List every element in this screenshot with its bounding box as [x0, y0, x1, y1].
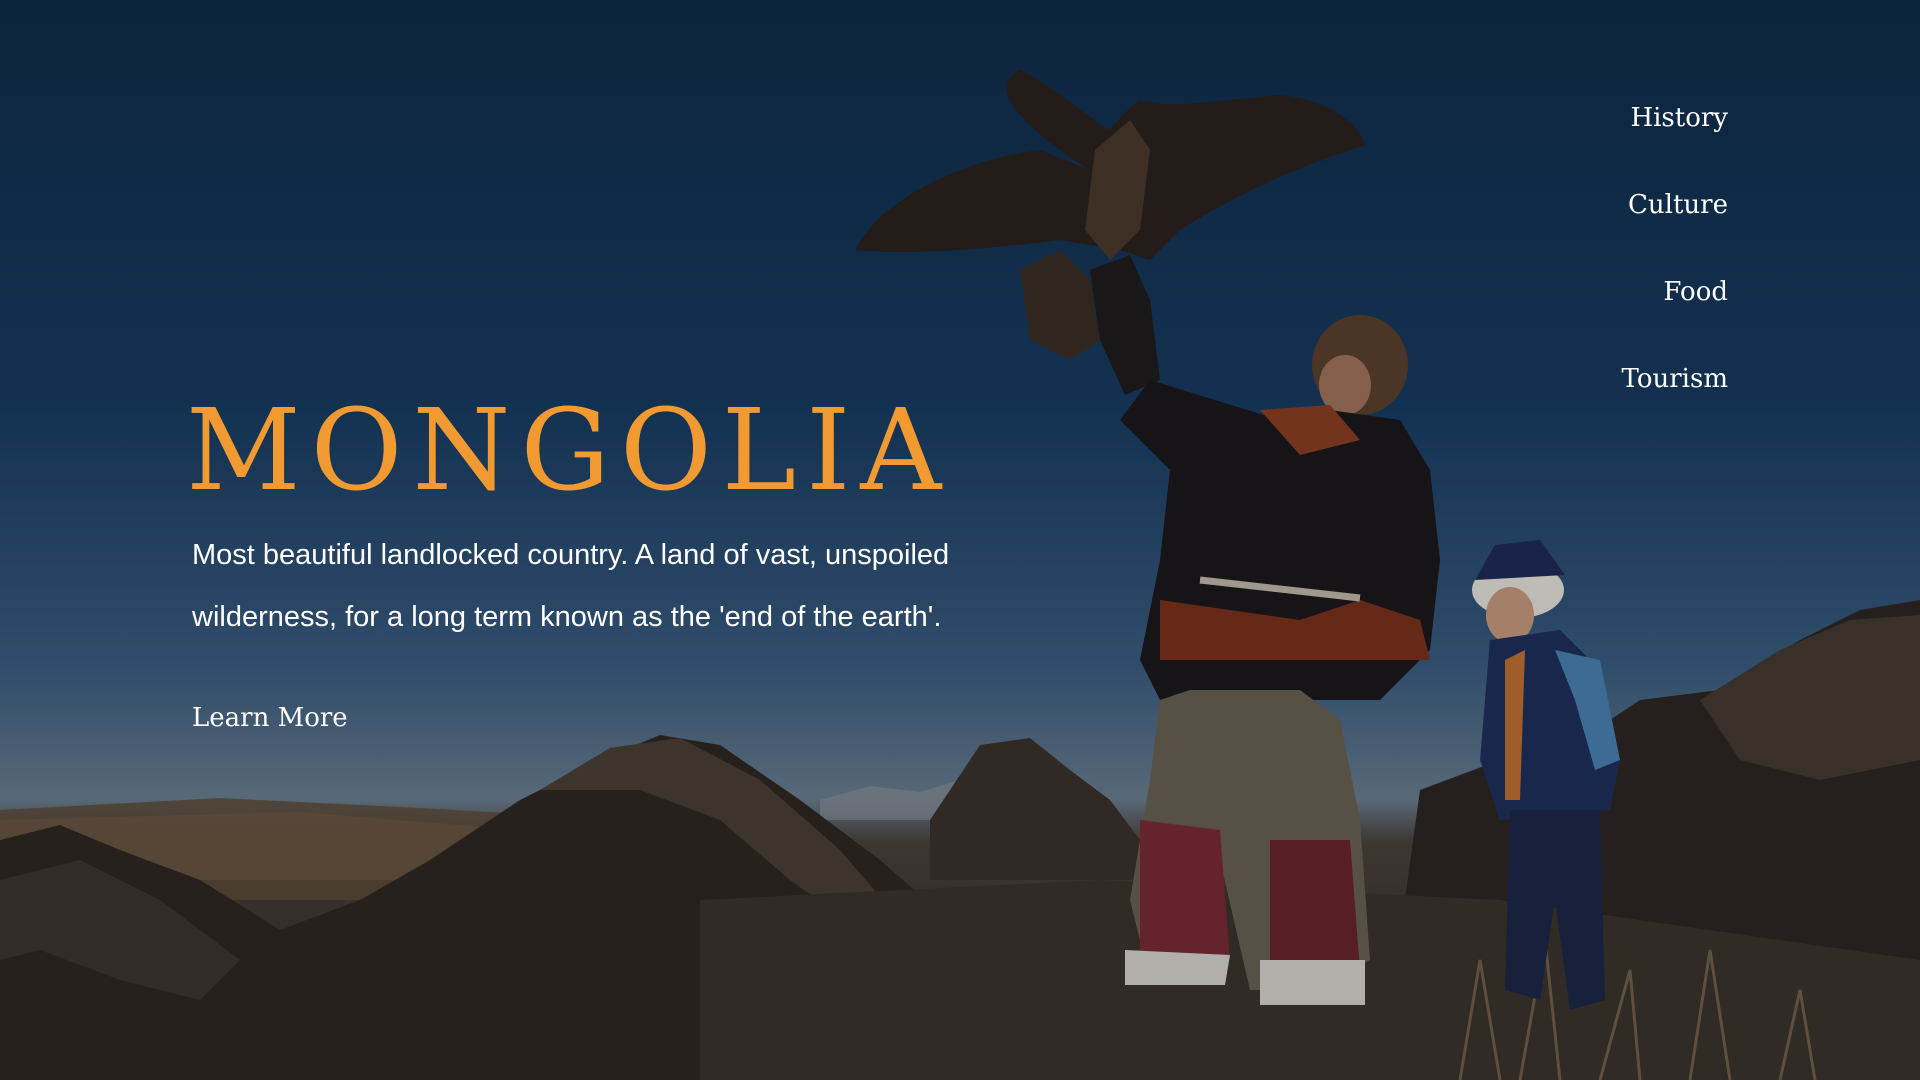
- hero-section: History Culture Food Tourism MONGOLIA Mo…: [0, 0, 1920, 1080]
- page-title: MONGOLIA: [186, 386, 952, 516]
- hero-tagline: Most beautiful landlocked country. A lan…: [192, 539, 950, 633]
- nav-link-culture[interactable]: Culture: [1628, 187, 1728, 223]
- nav-link-history[interactable]: History: [1630, 100, 1728, 136]
- learn-more-link[interactable]: Learn More: [192, 700, 348, 736]
- nav-link-tourism[interactable]: Tourism: [1622, 361, 1728, 397]
- main-nav: History Culture Food Tourism: [1622, 100, 1728, 448]
- nav-link-food[interactable]: Food: [1663, 274, 1728, 310]
- falconer-figure: [1090, 255, 1440, 1005]
